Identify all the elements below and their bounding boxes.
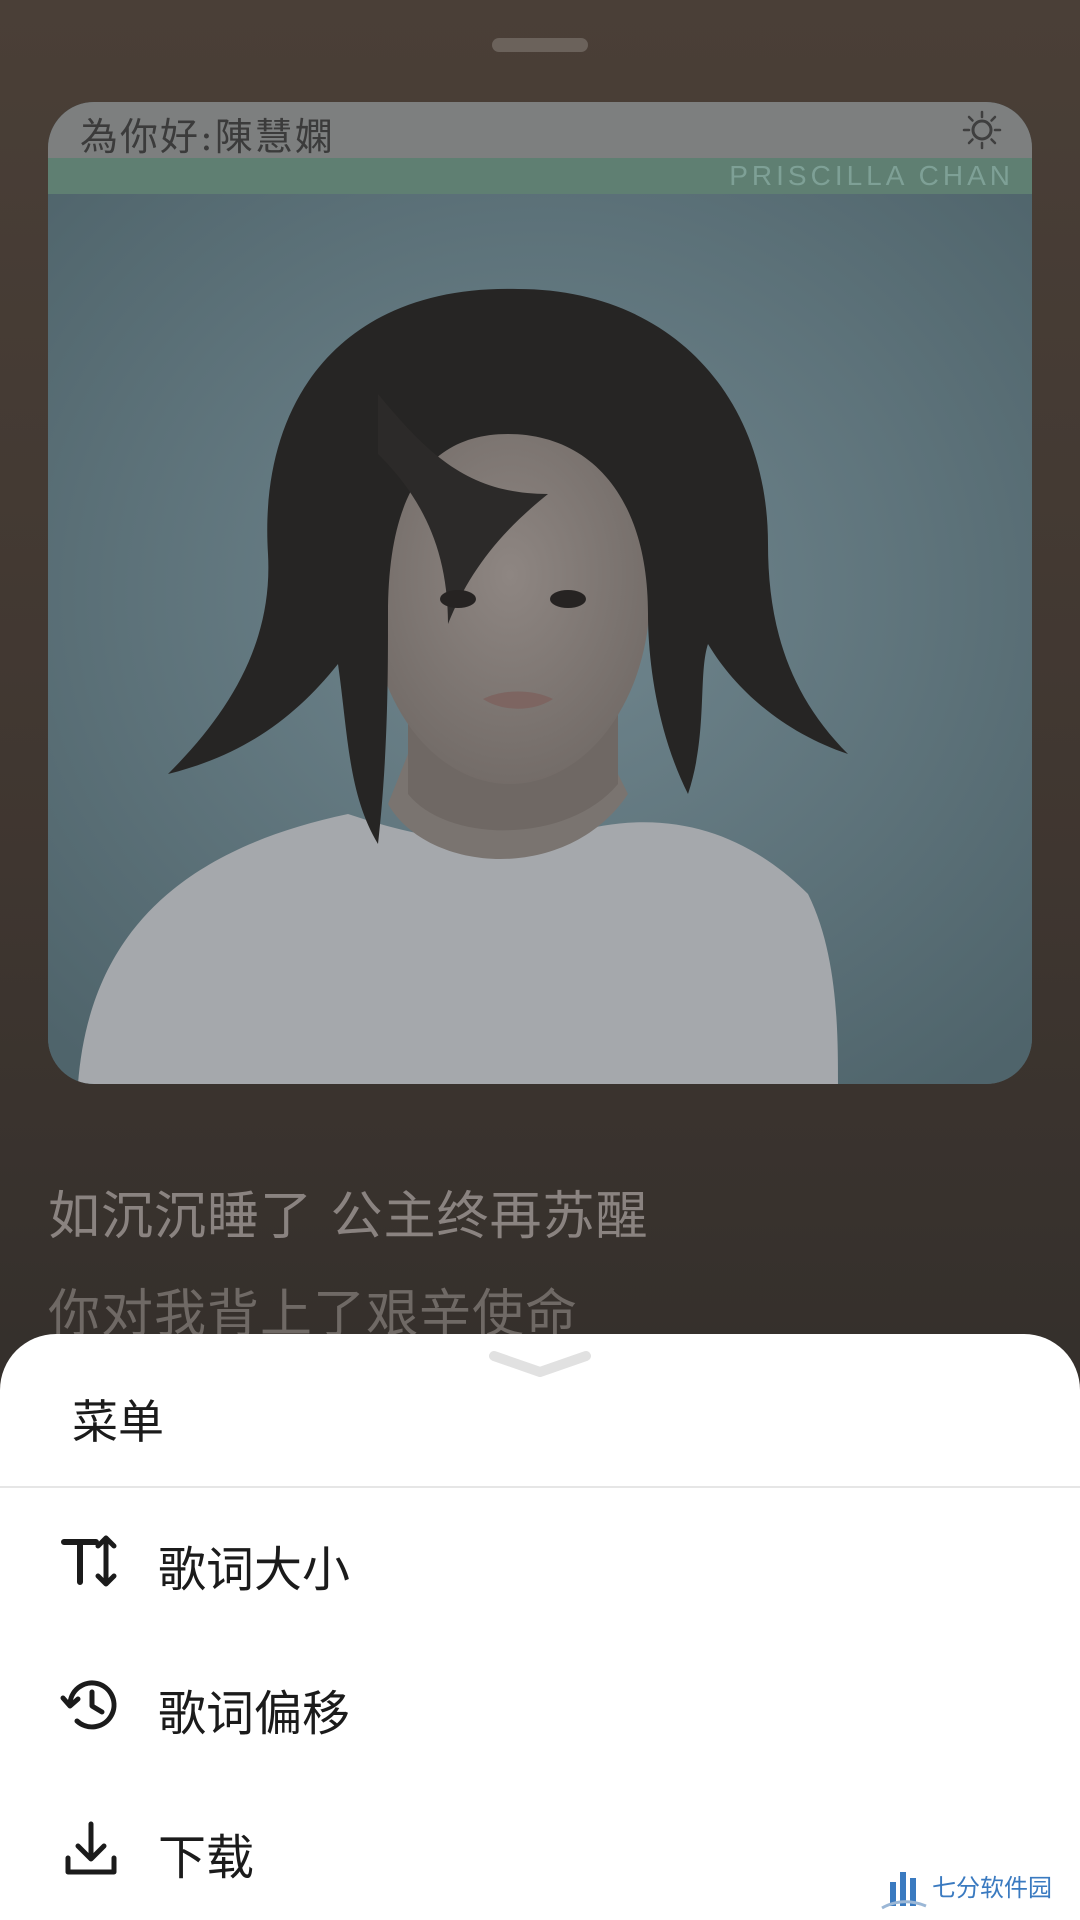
album-portrait <box>48 194 1032 1084</box>
lyric-current-line[interactable]: 如沉沉睡了 公主终再苏醒 <box>48 1174 649 1249</box>
drag-handle[interactable] <box>492 38 588 52</box>
menu-item-label: 下载 <box>158 1830 255 1886</box>
history-icon <box>60 1680 117 1730</box>
album-cover-subtitle: PRISCILLA CHAN <box>729 160 1014 191</box>
watermark-text: 七分软件园 <box>932 1874 1052 1902</box>
sun-logo-icon <box>962 110 1002 150</box>
menu-item-label: 歌词偏移 <box>158 1686 351 1742</box>
watermark: 七分软件园 <box>880 1856 1070 1914</box>
chevron-down-icon[interactable] <box>488 1350 592 1380</box>
text-size-icon <box>61 1535 117 1587</box>
menu-title: 菜单 <box>72 1395 164 1449</box>
menu-divider <box>0 1486 1080 1488</box>
album-cover-title: 為你好:陳慧嫻 <box>80 115 335 159</box>
album-cover: 為你好:陳慧嫻 PRISCILLA CHAN <box>48 102 1032 1084</box>
menu-item-label: 歌词大小 <box>158 1542 351 1598</box>
menu-item-lyrics-offset[interactable]: 歌词偏移 <box>0 1640 1080 1770</box>
player-screen: 為你好:陳慧嫻 PRISCILLA CHAN 如沉沉睡了 公主终再苏醒 你对我背… <box>0 0 1080 1920</box>
menu-item-lyrics-size[interactable]: 歌词大小 <box>0 1496 1080 1626</box>
download-icon <box>65 1821 117 1875</box>
watermark-logo-icon <box>881 1872 927 1910</box>
